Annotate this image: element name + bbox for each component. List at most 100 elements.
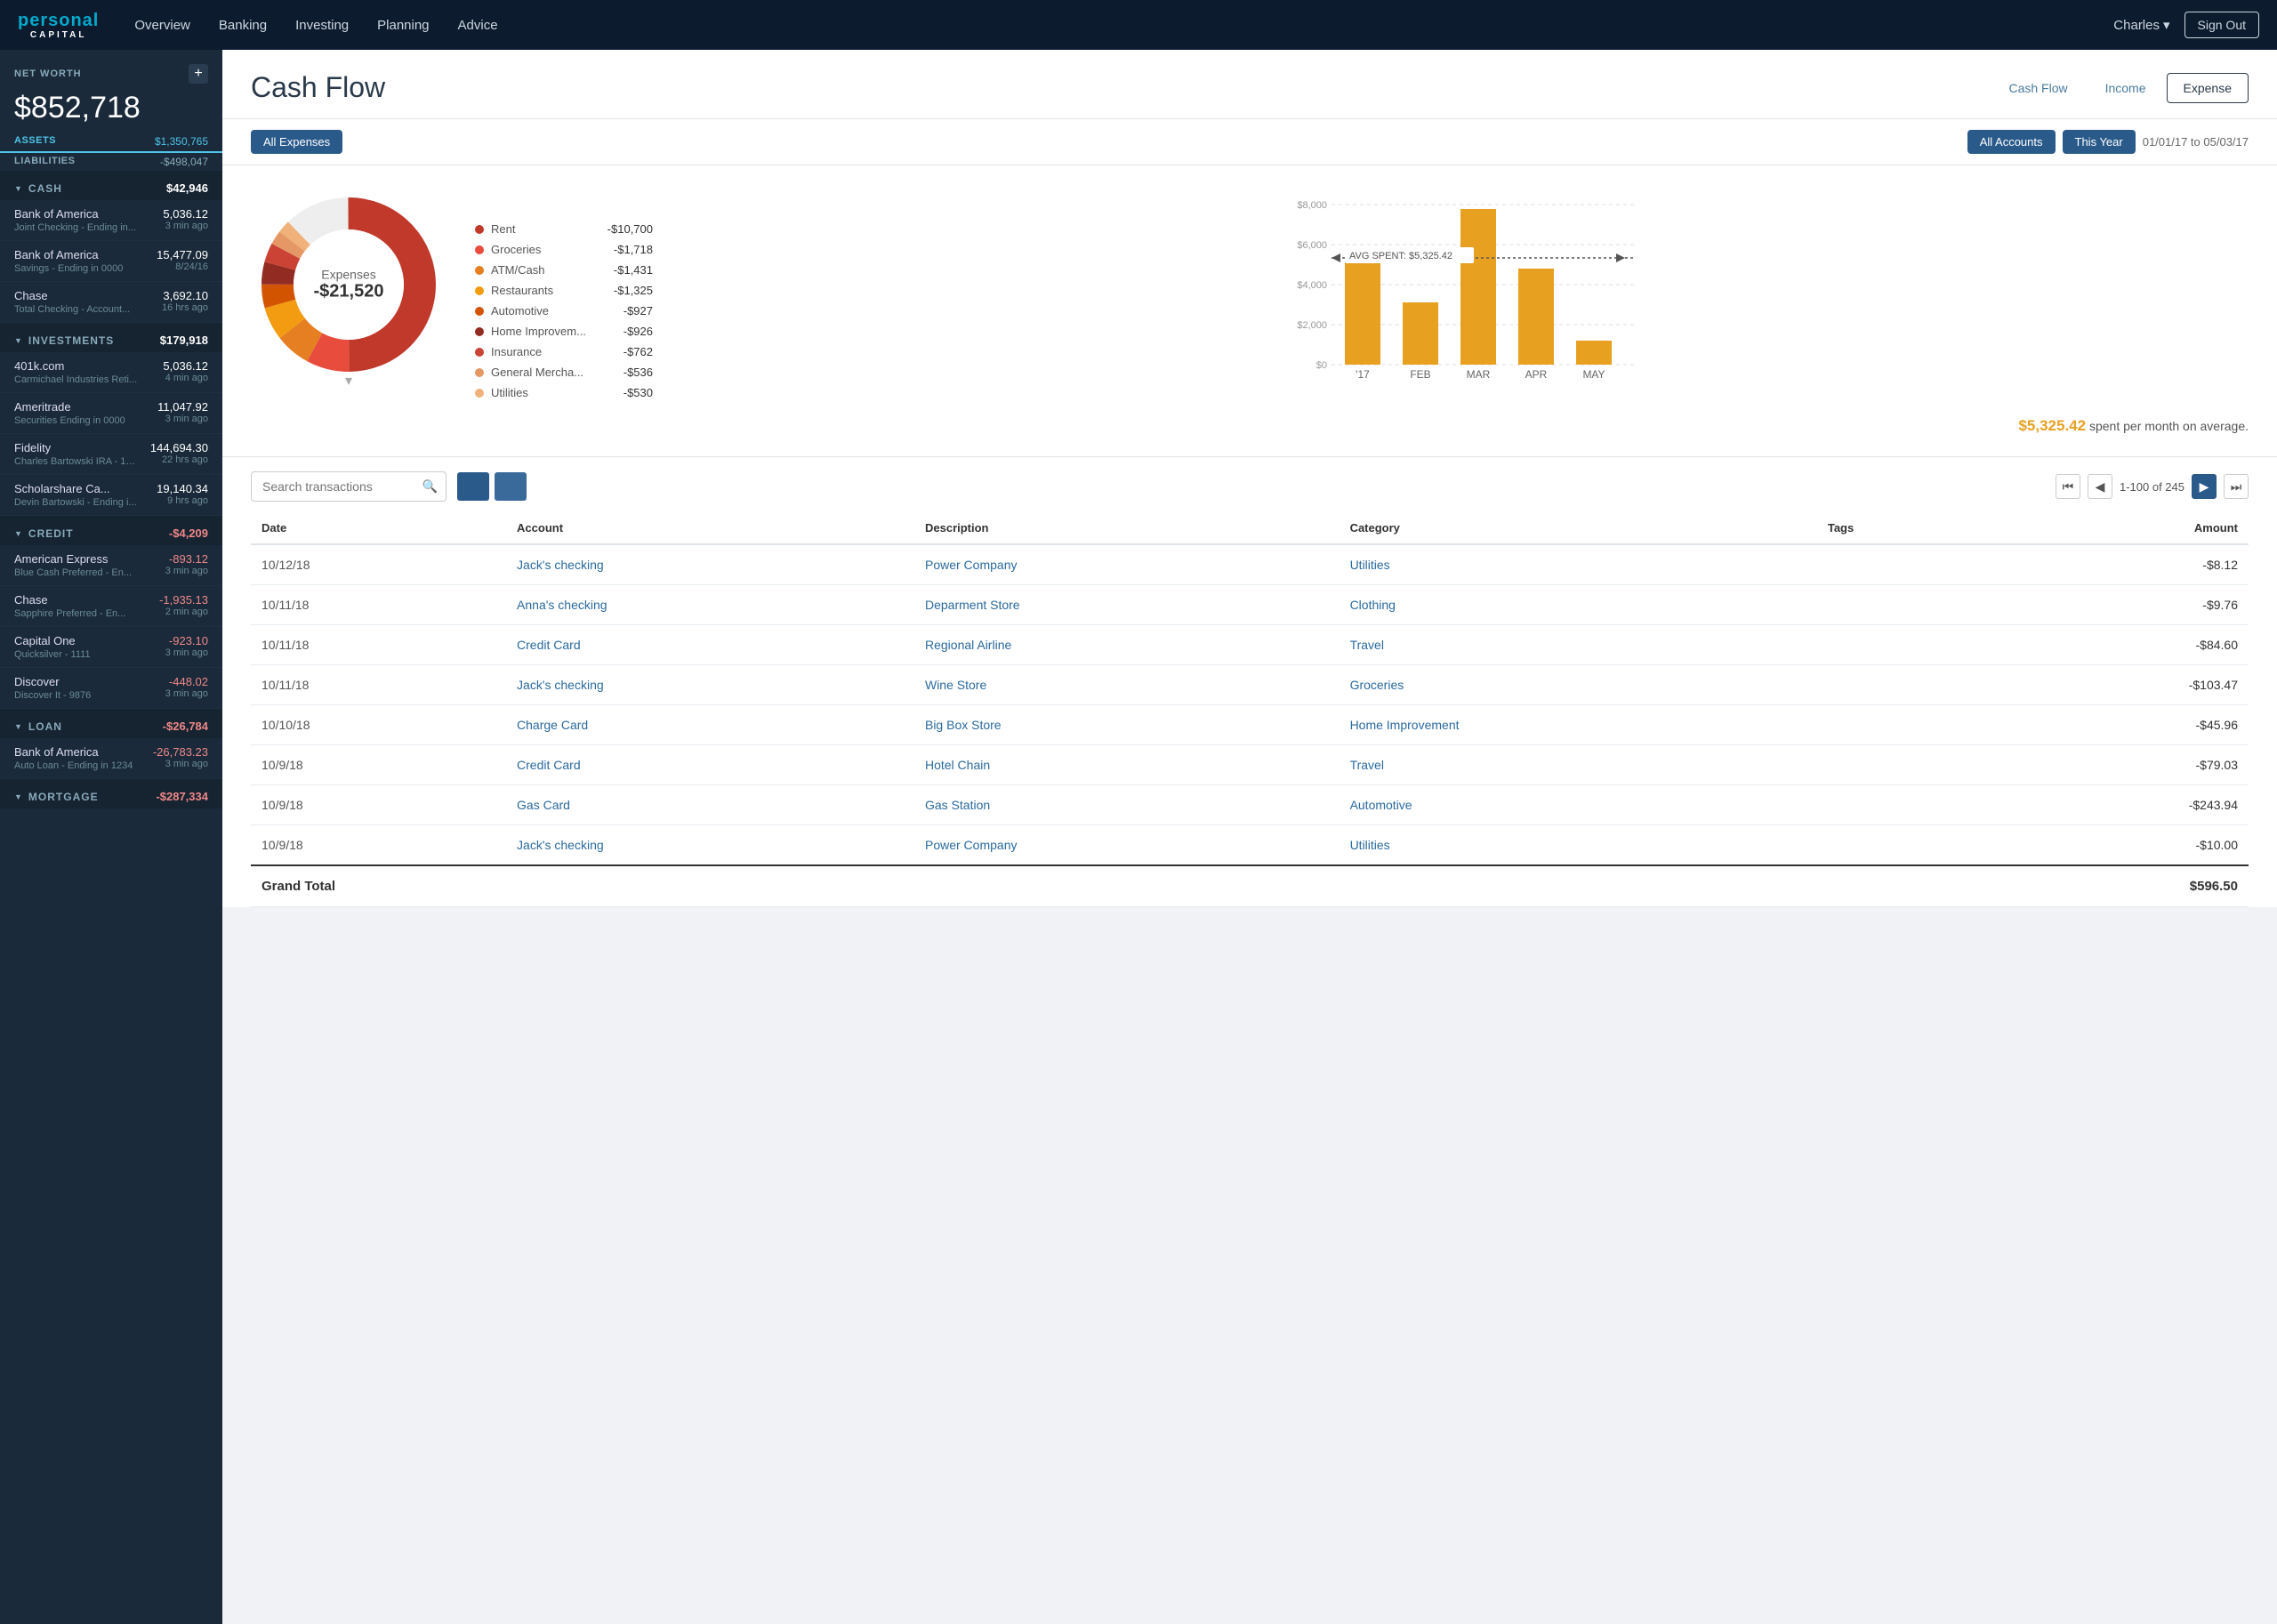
page-prev-button[interactable]: ◀ bbox=[2088, 474, 2112, 499]
account-boa-loan[interactable]: Bank of America -26,783.23 Auto Loan - E… bbox=[0, 738, 222, 779]
assets-label: ASSETS bbox=[14, 135, 56, 148]
logo[interactable]: personal CAPITAL bbox=[18, 11, 99, 40]
search-input[interactable] bbox=[251, 471, 447, 502]
nav-planning[interactable]: Planning bbox=[377, 18, 429, 33]
table-row[interactable]: 10/11/18 Credit Card Regional Airline Tr… bbox=[251, 625, 2249, 665]
cell-amount: -$103.47 bbox=[1991, 665, 2249, 705]
account-boa-checking[interactable]: Bank of America 5,036.12 Joint Checking … bbox=[0, 200, 222, 241]
account-discover[interactable]: Discover -448.02 Discover It - 9876 3 mi… bbox=[0, 668, 222, 709]
tab-cashflow[interactable]: Cash Flow bbox=[1991, 73, 2084, 103]
nav-investing[interactable]: Investing bbox=[295, 18, 349, 33]
account-chase-checking[interactable]: Chase 3,692.10 Total Checking - Account.… bbox=[0, 282, 222, 323]
sidebar-section-cash[interactable]: CASH $42,946 bbox=[0, 171, 222, 200]
cell-category: Groceries bbox=[1340, 665, 1817, 705]
signout-button[interactable]: Sign Out bbox=[2184, 12, 2259, 38]
table-row[interactable]: 10/11/18 Jack's checking Wine Store Groc… bbox=[251, 665, 2249, 705]
nav-banking[interactable]: Banking bbox=[219, 18, 267, 33]
account-name: Capital One bbox=[14, 634, 76, 647]
account-ameritrade[interactable]: Ameritrade 11,047.92 Securities Ending i… bbox=[0, 393, 222, 434]
tab-expense[interactable]: Expense bbox=[2167, 73, 2249, 103]
account-sub: Blue Cash Preferred - En... bbox=[14, 567, 132, 578]
account-amex[interactable]: American Express -893.12 Blue Cash Prefe… bbox=[0, 545, 222, 586]
account-name: 401k.com bbox=[14, 359, 64, 373]
loan-section-title: LOAN bbox=[14, 720, 62, 733]
svg-text:$0: $0 bbox=[1316, 360, 1327, 371]
account-401k[interactable]: 401k.com 5,036.12 Carmichael Industries … bbox=[0, 352, 222, 393]
donut-value: -$21,520 bbox=[314, 282, 384, 302]
grid-view-button[interactable] bbox=[495, 472, 527, 501]
account-scholarshare[interactable]: Scholarshare Ca... 19,140.34 Devin Barto… bbox=[0, 475, 222, 516]
account-time: 9 hrs ago bbox=[167, 495, 208, 508]
account-name: Scholarshare Ca... bbox=[14, 482, 110, 495]
page-last-button[interactable]: ⏭ bbox=[2224, 474, 2249, 499]
cell-description: Hotel Chain bbox=[914, 745, 1340, 785]
all-expenses-filter[interactable]: All Expenses bbox=[251, 130, 342, 154]
table-row[interactable]: 10/12/18 Jack's checking Power Company U… bbox=[251, 544, 2249, 585]
cell-date: 10/12/18 bbox=[251, 544, 506, 585]
monthly-avg: $5,325.42 spent per month on average. bbox=[681, 414, 2249, 435]
legend-dot bbox=[475, 307, 484, 316]
nav-overview[interactable]: Overview bbox=[134, 18, 190, 33]
svg-text:$8,000: $8,000 bbox=[1297, 200, 1327, 211]
legend-name: ATM/Cash bbox=[491, 263, 607, 277]
pagination-text: 1-100 of 245 bbox=[2120, 480, 2184, 494]
page-first-button[interactable]: ⏮ bbox=[2056, 474, 2080, 499]
table-row[interactable]: 10/9/18 Credit Card Hotel Chain Travel -… bbox=[251, 745, 2249, 785]
svg-text:$4,000: $4,000 bbox=[1297, 280, 1327, 291]
tab-income[interactable]: Income bbox=[2088, 73, 2163, 103]
cell-date: 10/9/18 bbox=[251, 745, 506, 785]
col-amount: Amount bbox=[1991, 512, 2249, 544]
account-chase-credit[interactable]: Chase -1,935.13 Sapphire Preferred - En.… bbox=[0, 586, 222, 627]
add-account-button[interactable]: + bbox=[189, 64, 208, 84]
net-worth-header: NET WORTH + bbox=[0, 50, 222, 91]
avg-label-text: AVG SPENT: $5,325.42 bbox=[1349, 251, 1452, 261]
account-value: -893.12 bbox=[169, 552, 208, 566]
account-value: 15,477.09 bbox=[157, 248, 208, 261]
cell-description: Wine Store bbox=[914, 665, 1340, 705]
sidebar-section-mortgage[interactable]: MORTGAGE -$287,334 bbox=[0, 779, 222, 808]
svg-text:MAY: MAY bbox=[1582, 368, 1605, 381]
sidebar-section-investments[interactable]: INVESTMENTS $179,918 bbox=[0, 323, 222, 352]
account-capital-one[interactable]: Capital One -923.10 Quicksilver - 1111 3… bbox=[0, 627, 222, 668]
sidebar-section-credit[interactable]: CREDIT -$4,209 bbox=[0, 516, 222, 545]
search-icon: 🔍 bbox=[422, 479, 438, 494]
account-time: 22 hrs ago bbox=[162, 454, 208, 467]
account-time: 16 hrs ago bbox=[162, 302, 208, 315]
page-next-button[interactable]: ▶ bbox=[2192, 474, 2217, 499]
account-boa-savings[interactable]: Bank of America 15,477.09 Savings - Endi… bbox=[0, 241, 222, 282]
main-content: Cash Flow Cash Flow Income Expense All E… bbox=[222, 50, 2277, 1624]
legend-amount: -$536 bbox=[624, 366, 653, 379]
account-sub: Discover It - 9876 bbox=[14, 690, 91, 701]
bar-apr bbox=[1518, 269, 1554, 365]
loan-total: -$26,784 bbox=[163, 720, 208, 733]
legend-amount: -$1,718 bbox=[614, 243, 653, 256]
col-description: Description bbox=[914, 512, 1340, 544]
table-row[interactable]: 10/9/18 Jack's checking Power Company Ut… bbox=[251, 825, 2249, 866]
table-row[interactable]: 10/11/18 Anna's checking Deparment Store… bbox=[251, 585, 2249, 625]
account-name: Bank of America bbox=[14, 745, 99, 759]
list-view-button[interactable] bbox=[457, 472, 489, 501]
user-menu[interactable]: Charles ▾ bbox=[2113, 17, 2169, 33]
cell-category: Clothing bbox=[1340, 585, 1817, 625]
filter-bar: All Expenses All Accounts This Year 01/0… bbox=[222, 119, 2277, 165]
this-year-filter[interactable]: This Year bbox=[2063, 130, 2136, 154]
table-row[interactable]: 10/10/18 Charge Card Big Box Store Home … bbox=[251, 705, 2249, 745]
sidebar-section-loan[interactable]: LOAN -$26,784 bbox=[0, 709, 222, 738]
account-value: 11,047.92 bbox=[157, 400, 208, 414]
chart-legend: Rent -$10,700 Groceries -$1,718 ATM/Cash… bbox=[475, 187, 653, 435]
liabilities-row: LIABILITIES -$498,047 bbox=[0, 153, 222, 171]
account-sub: Savings - Ending in 0000 bbox=[14, 263, 123, 274]
assets-row: ASSETS $1,350,765 bbox=[0, 133, 222, 153]
account-fidelity[interactable]: Fidelity 144,694.30 Charles Bartowski IR… bbox=[0, 434, 222, 475]
username: Charles bbox=[2113, 18, 2160, 33]
date-range: 01/01/17 to 05/03/17 bbox=[2143, 135, 2249, 149]
table-row[interactable]: 10/9/18 Gas Card Gas Station Automotive … bbox=[251, 785, 2249, 825]
nav-advice[interactable]: Advice bbox=[458, 18, 498, 33]
cell-description: Big Box Store bbox=[914, 705, 1340, 745]
account-value: 5,036.12 bbox=[163, 359, 208, 373]
all-accounts-filter[interactable]: All Accounts bbox=[1967, 130, 2056, 154]
legend-dot bbox=[475, 368, 484, 377]
legend-name: Restaurants bbox=[491, 284, 607, 297]
account-time: 3 min ago bbox=[165, 221, 208, 233]
account-time: 3 min ago bbox=[165, 647, 208, 660]
